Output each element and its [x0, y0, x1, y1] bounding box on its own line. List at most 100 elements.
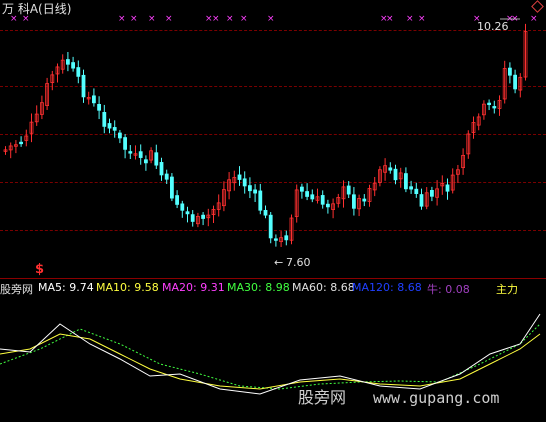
- price-candles[interactable]: × × × × × × × × × × × ×× × × × ×× ×: [0, 0, 546, 278]
- signal-dollar-icon: $: [35, 262, 45, 277]
- indicator-bar: [175, 384, 180, 417]
- candle-body: [81, 74, 86, 98]
- trade-marker-icon: ×: [406, 14, 414, 24]
- indicator-bar: [19, 294, 24, 384]
- candle-body: [346, 185, 351, 195]
- indicator-bar: [191, 384, 196, 408]
- indicator-bar: [4, 316, 8, 384]
- indicator-bar: [217, 384, 222, 422]
- low-price-label: 7.60: [286, 256, 311, 269]
- candle-body: [123, 137, 127, 150]
- candle-body: [180, 203, 185, 211]
- candle-body: [237, 174, 242, 180]
- candle-body: [325, 203, 330, 208]
- kline-chart-window[interactable]: 万 科A(日线) × × × × × × × × × × × × × × × × × × × 10.26 ← 7.6…: [0, 0, 546, 422]
- indicator-bar: [492, 316, 497, 384]
- indicator-bar: [180, 384, 185, 398]
- candle-body: [175, 195, 180, 205]
- trade-marker-icon: ×: [267, 14, 275, 24]
- candle-body: [143, 159, 148, 164]
- candle-body: [159, 162, 164, 176]
- candle-body: [102, 112, 107, 127]
- indicator-bar: [248, 384, 253, 420]
- indicator-bar: [24, 294, 29, 384]
- indicator-bar: [290, 384, 294, 422]
- ma30-value: MA30: 8.98: [227, 281, 290, 294]
- candle-body: [487, 102, 492, 106]
- indicator-bar: [264, 384, 268, 422]
- candle-body: [97, 103, 101, 111]
- candle-body: [169, 176, 174, 199]
- candle-body: [351, 194, 356, 209]
- candle-body: [393, 168, 398, 181]
- ma60-value: MA60: 8.68: [292, 281, 355, 294]
- indicator-bar: [238, 384, 242, 422]
- indicator-bar: [201, 384, 206, 413]
- trade-marker-icon: ×: [22, 14, 30, 24]
- indicator-bar: [482, 313, 487, 384]
- indicator-bar: [66, 339, 71, 384]
- candle-body: [247, 185, 252, 192]
- indicator-bar: [108, 360, 112, 384]
- indicator-bar: [518, 294, 523, 384]
- indicator-bar: [50, 358, 55, 384]
- indicator-bar: [466, 341, 471, 384]
- candle-body: [268, 214, 273, 239]
- indicator-bar: [123, 367, 128, 384]
- candle-body: [253, 189, 258, 194]
- indicator-bar: [139, 332, 144, 384]
- candle-body: [305, 191, 310, 197]
- candle-body: [362, 198, 367, 202]
- indicator-bar: [30, 303, 34, 384]
- candle-body: [409, 186, 414, 190]
- indicator-bar: [186, 384, 190, 410]
- trade-marker-icon: ×: [212, 14, 220, 24]
- panel-separator: [0, 278, 546, 279]
- indicator-bar: [357, 384, 362, 396]
- indicator-bar: [451, 344, 456, 384]
- indicator-bar: [508, 294, 513, 384]
- candle-body: [112, 127, 117, 131]
- candle-body: [492, 106, 497, 109]
- indicator-bar: [206, 384, 211, 403]
- candle-body: [299, 186, 304, 192]
- indicator-bar: [472, 335, 476, 384]
- candle-body: [414, 188, 419, 194]
- indicator-legend: 股旁网 MA5: 9.74 MA10: 9.58 MA20: 9.31 MA30…: [0, 280, 546, 296]
- trade-marker-icon: ×: [530, 14, 538, 24]
- indicator-bar: [45, 351, 50, 384]
- candle-body: [201, 214, 206, 219]
- indicator-bar: [113, 371, 118, 384]
- ma10-value: MA10: 9.58: [96, 281, 159, 294]
- candle-body: [19, 141, 24, 145]
- candle-body: [258, 190, 263, 211]
- candle-body: [403, 173, 408, 190]
- candle-body: [164, 173, 169, 180]
- trade-marker-icon: ×: [386, 14, 394, 24]
- candle-body: [263, 209, 268, 216]
- candle-body: [242, 178, 247, 187]
- candle-body: [138, 151, 143, 158]
- candle-body: [310, 194, 315, 200]
- indicator-bar: [446, 384, 450, 388]
- indicator-bar: [222, 384, 227, 416]
- indicator-bar: [170, 384, 175, 407]
- indicator-bar: [14, 297, 19, 384]
- trade-marker-icon: ×: [130, 14, 138, 24]
- indicator-bar: [71, 318, 76, 384]
- ma20-value: MA20: 9.31: [162, 281, 225, 294]
- indicator-bar: [284, 384, 289, 421]
- low-price-label-arrow: ←: [274, 256, 284, 269]
- candle-body: [76, 67, 81, 77]
- indicator-bar: [165, 384, 170, 415]
- indicator-bar: [154, 384, 159, 422]
- ma5-value: MA5: 9.74: [38, 281, 94, 294]
- candle-body: [419, 194, 424, 207]
- indicator-bar: [35, 326, 40, 384]
- candle-body: [190, 214, 195, 222]
- high-price-label: 10.26: [477, 20, 509, 33]
- trade-marker-icon: ×: [418, 14, 426, 24]
- trade-marker-icon: ×: [118, 14, 126, 24]
- trade-marker-icon: ×: [148, 14, 156, 24]
- indicator-bar: [352, 384, 357, 393]
